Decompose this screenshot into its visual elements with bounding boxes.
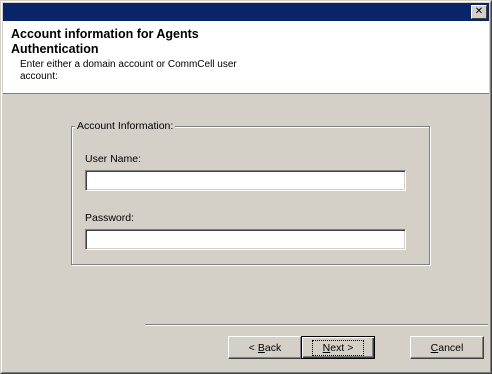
wizard-header: Account information for Agents Authentic… bbox=[3, 21, 489, 94]
password-input[interactable] bbox=[85, 229, 406, 250]
setup-wizard-window: ✕ Account information for Agents Authent… bbox=[0, 0, 492, 374]
username-label: User Name: bbox=[85, 153, 142, 165]
close-icon: ✕ bbox=[474, 6, 484, 17]
title-bar[interactable]: ✕ bbox=[3, 3, 489, 21]
cancel-button-label: Cancel bbox=[430, 341, 464, 354]
group-legend: Account Information: bbox=[75, 120, 176, 132]
username-input[interactable] bbox=[85, 170, 406, 191]
cancel-button[interactable]: Cancel bbox=[410, 336, 484, 359]
button-separator bbox=[145, 324, 488, 326]
close-button[interactable]: ✕ bbox=[471, 5, 487, 19]
back-button-label: < Back bbox=[248, 341, 282, 354]
password-label: Password: bbox=[85, 212, 135, 224]
page-title: Account information for Agents Authentic… bbox=[11, 27, 199, 56]
back-button[interactable]: < Back bbox=[228, 336, 302, 359]
next-button[interactable]: Next > bbox=[301, 336, 375, 359]
page-subtitle: Enter either a domain account or CommCel… bbox=[20, 59, 237, 82]
next-button-label: Next > bbox=[311, 339, 365, 356]
